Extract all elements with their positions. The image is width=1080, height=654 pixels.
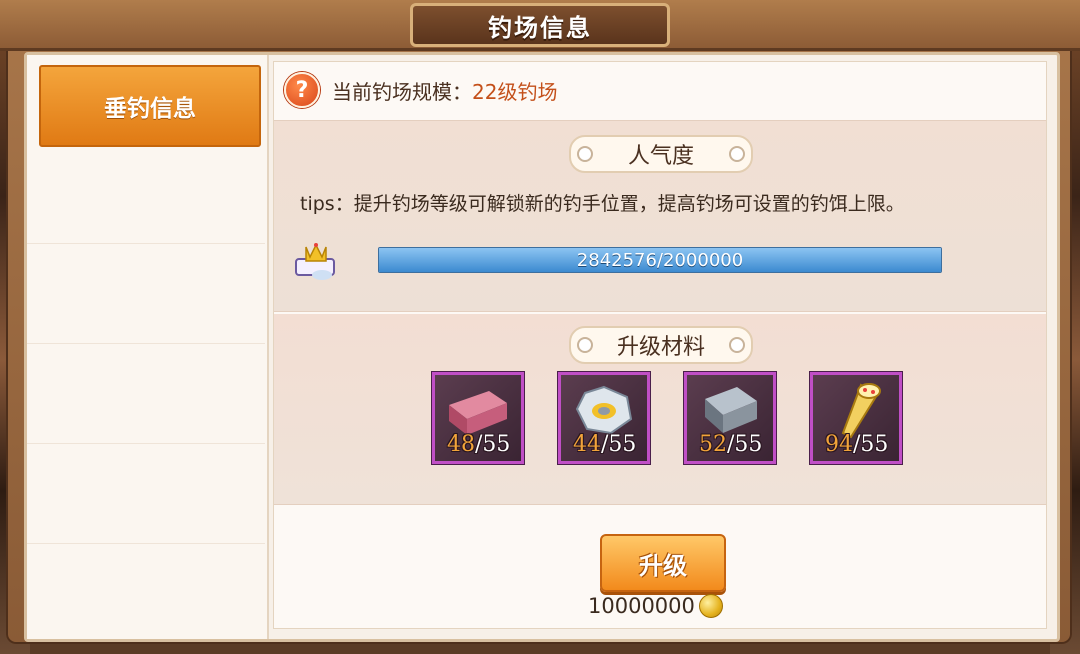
popularity-progress-bar: 2842576/2000000 (378, 247, 942, 273)
material-slot[interactable]: 52/55 (684, 372, 776, 464)
scale-value: 22级钓场 (472, 79, 558, 104)
material-slot[interactable]: 44/55 (558, 372, 650, 464)
sidebar-divider (27, 343, 265, 344)
crown-ticket-icon (295, 243, 335, 280)
upgrade-cost: 10000000 (588, 594, 723, 618)
title-plate: 钓场信息 (410, 3, 670, 47)
coin-icon (698, 594, 723, 618)
material-count: 94/55 (825, 432, 889, 457)
dialog-body: 垂钓信息 ? 当前钓场规模： 22级钓场 人气度 tips：提升钓场等级可解锁新… (24, 52, 1060, 642)
scale-label: 当前钓场规模： (332, 79, 472, 104)
sidebar: 垂钓信息 (27, 55, 269, 639)
popularity-section: 人气度 tips：提升钓场等级可解锁新的钓手位置，提高钓场可设置的钓饵上限。 2… (274, 120, 1046, 312)
materials-heading-text: 升级材料 (616, 335, 705, 360)
scale-row: ? 当前钓场规模： 22级钓场 (274, 62, 1046, 118)
sidebar-divider (27, 443, 265, 444)
upgrade-button[interactable]: 升级 (600, 534, 726, 592)
material-count: 52/55 (699, 432, 763, 457)
sidebar-divider (27, 543, 265, 544)
popularity-heading-text: 人气度 (627, 144, 694, 169)
question-icon[interactable]: ? (284, 72, 320, 108)
sidebar-item-fishing-info[interactable]: 垂钓信息 (39, 65, 261, 147)
material-count: 44/55 (573, 432, 637, 457)
cost-value: 10000000 (588, 594, 695, 618)
sidebar-divider (27, 243, 265, 244)
material-slot[interactable]: 94/55 (810, 372, 902, 464)
title-bar: 钓场信息 (0, 0, 1080, 51)
materials-heading: 升级材料 (569, 326, 753, 364)
material-count: 48/55 (447, 432, 511, 457)
material-slot[interactable]: 48/55 (432, 372, 524, 464)
upgrade-button-label: 升级 (639, 551, 687, 580)
tips-text: tips：提升钓场等级可解锁新的钓手位置，提高钓场可设置的钓饵上限。 (300, 193, 905, 215)
popularity-heading: 人气度 (569, 135, 753, 173)
main-panel: ? 当前钓场规模： 22级钓场 人气度 tips：提升钓场等级可解锁新的钓手位置… (273, 61, 1047, 629)
dialog-title: 钓场信息 (488, 13, 592, 42)
progress-text: 2842576/2000000 (576, 249, 744, 271)
sidebar-item-label: 垂钓信息 (104, 96, 196, 122)
material-list: 48/55 44/55 52/55 94/55 (432, 372, 902, 464)
materials-section: 升级材料 48/55 44/55 52/55 94/55 (274, 314, 1046, 505)
